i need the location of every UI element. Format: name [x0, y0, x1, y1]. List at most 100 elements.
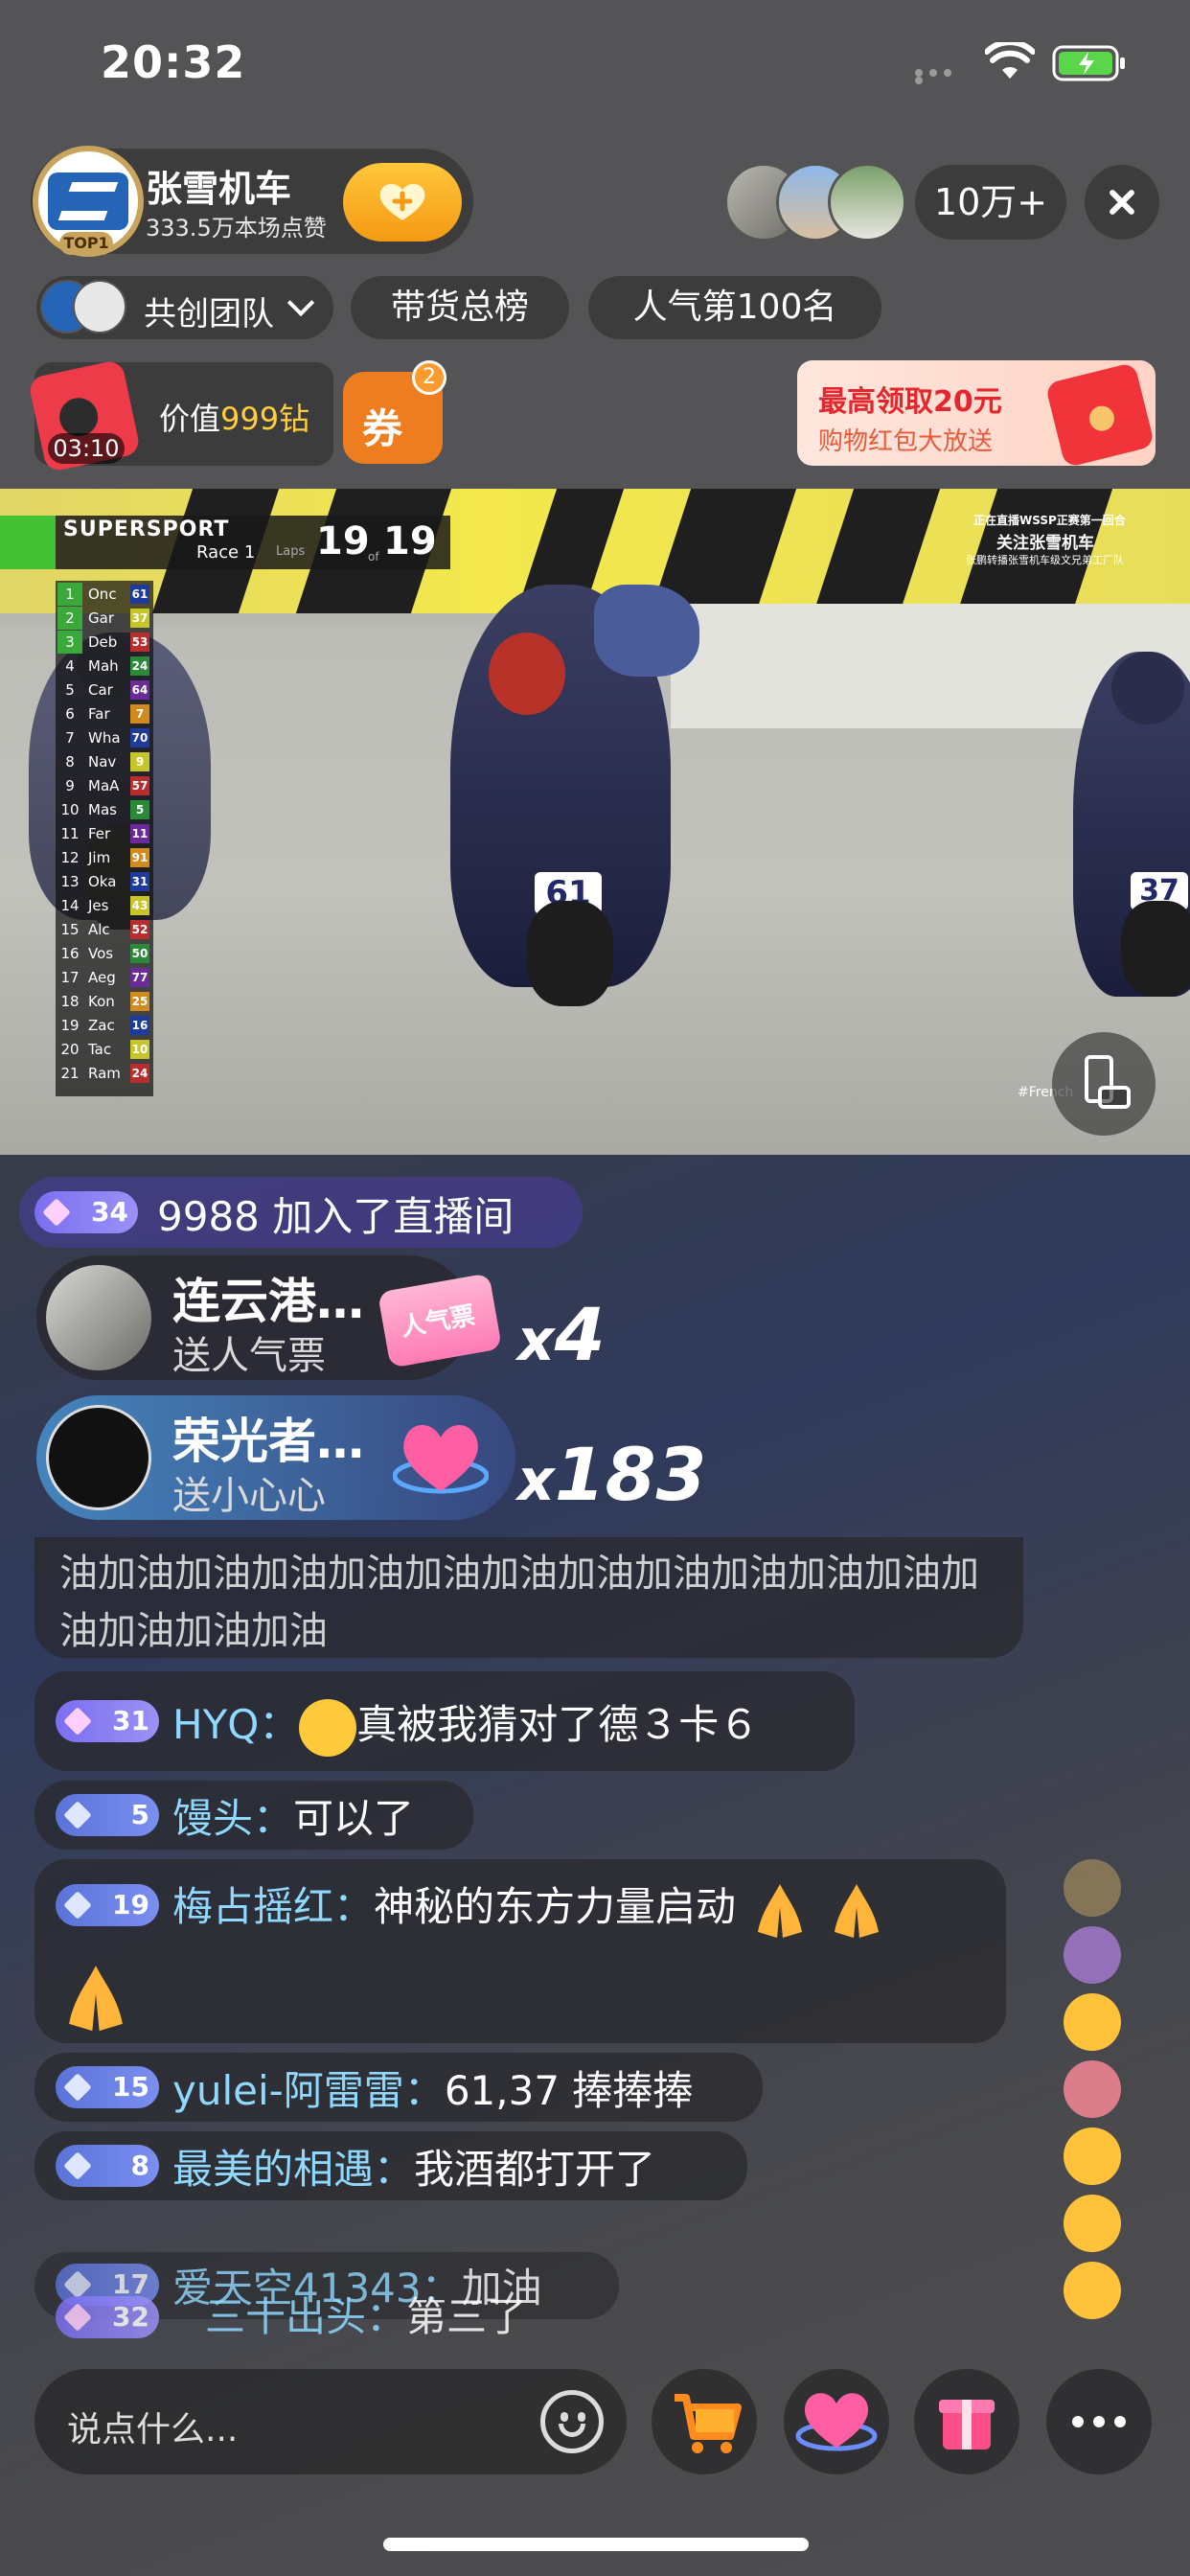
standings-number: 24: [130, 1064, 149, 1083]
heart-plus-icon: [379, 184, 425, 220]
level-badge: 19: [56, 1884, 159, 1926]
chat-username[interactable]: 三十出头：: [205, 2293, 406, 2340]
more-dots-icon: [1072, 2416, 1126, 2427]
gift-text: 送小心心: [172, 1474, 326, 1518]
popularity-rank-button[interactable]: 人气第100名: [588, 276, 881, 339]
gift-button[interactable]: [914, 2369, 1019, 2474]
standings-number: 61: [130, 585, 149, 604]
standings-rider: Car: [88, 681, 113, 699]
standings-rider: Far: [88, 705, 110, 723]
shop-cart-button[interactable]: [652, 2369, 757, 2474]
top-viewers[interactable]: [724, 163, 906, 242]
comment-placeholder[interactable]: 说点什么...: [67, 2402, 238, 2451]
gifter-avatar[interactable]: [46, 1405, 151, 1510]
gift-count: x4: [517, 1292, 606, 1377]
pray-emoji-icon: [758, 1883, 803, 1938]
standings-rider: Alc: [88, 921, 110, 938]
standings-row: 7 Wha 70: [56, 726, 153, 749]
sales-rank-button[interactable]: 带货总榜: [351, 276, 569, 339]
floating-like-icon: [1064, 2262, 1121, 2319]
standings-rider: Ram: [88, 1065, 121, 1082]
chat-text: 梅占摇红：神秘的东方力量启动: [172, 1874, 888, 1942]
standings-list: 1 Onc 61 2 Gar 37 3 Deb 53 4 Mah 24 5 Car 64 6 Far 7 7 Wha 7…: [56, 581, 153, 1096]
standings-row: 20 Tac 10: [56, 1038, 153, 1061]
standings-row: 18 Kon 25: [56, 990, 153, 1013]
standings-row: 17 Aeg 77: [56, 966, 153, 989]
standings-rider: Zac: [88, 1017, 115, 1034]
chat-username[interactable]: 最美的相遇：: [172, 2146, 414, 2193]
rotate-screen-button[interactable]: [1052, 1032, 1156, 1136]
pray-emoji-icon: [834, 1883, 879, 1938]
standings-number: 24: [130, 656, 149, 676]
standings-number: 70: [130, 728, 149, 748]
host-name[interactable]: 张雪机车: [146, 159, 291, 212]
standings-number: 91: [130, 848, 149, 867]
standings-position: 19: [60, 1017, 80, 1034]
battery-icon: [1052, 45, 1125, 81]
level-badge: 32: [56, 2296, 159, 2338]
home-indicator: [383, 2538, 809, 2551]
standings-row: 15 Alc 52: [56, 918, 153, 941]
chat-username[interactable]: HYQ：: [172, 1701, 299, 1748]
standings-row: 6 Far 7: [56, 702, 153, 725]
standings-number: 57: [130, 776, 149, 795]
standings-row: 8 Nav 9: [56, 750, 153, 773]
watermark-line2: 关注张雪机车: [996, 534, 1094, 553]
standings-row: 21 Ram 24: [56, 1062, 153, 1085]
standings-rider: MaA: [88, 777, 120, 794]
cart-icon: [675, 2394, 742, 2453]
wifi-icon: [985, 42, 1035, 79]
standings-row: 19 Zac 16: [56, 1014, 153, 1037]
follow-button[interactable]: [343, 163, 462, 242]
standings-position: 17: [60, 969, 80, 986]
standings-rider: Tac: [88, 1041, 112, 1058]
live-video[interactable]: 61 37 SUPERSPORT Race 1 Laps 19 of 19 1O…: [0, 489, 1190, 1155]
chat-text: yulei-阿雷雷：61,37 捧捧捧: [172, 2067, 694, 2114]
viewer-avatar[interactable]: [828, 163, 906, 242]
standings-row: 10 Mas 5: [56, 798, 153, 821]
standings-number: 16: [130, 1016, 149, 1035]
viewer-count[interactable]: 10万+: [915, 165, 1066, 240]
standings-rider: Vos: [88, 945, 114, 962]
signal-icon: [915, 69, 971, 84]
standings-position: 15: [60, 921, 80, 938]
gift-worth: 价值999钻: [159, 395, 309, 439]
standings-number: 64: [130, 680, 149, 700]
standings-row: 4 Mah 24: [56, 655, 153, 678]
race-flag: [0, 516, 56, 569]
standings-row: 12 Jim 91: [56, 846, 153, 869]
race-name: Race 1: [196, 542, 256, 563]
emoji-icon[interactable]: [540, 2390, 604, 2453]
close-button[interactable]: [1085, 165, 1159, 240]
standings-rider: Jim: [88, 849, 111, 866]
chat-username[interactable]: yulei-阿雷雷：: [172, 2067, 445, 2114]
chat-username[interactable]: 梅占摇红：: [172, 1883, 374, 1930]
standings-row: 1 Onc 61: [56, 583, 153, 606]
standings-position: 10: [60, 801, 80, 818]
standings-position: 12: [60, 849, 80, 866]
red-packet-promo[interactable]: 最高领取20元 购物红包大放送: [797, 360, 1156, 469]
standings-number: 10: [130, 1040, 149, 1059]
standings-number: 25: [130, 992, 149, 1011]
watermark-line3: 张鹏转播张雪机车级文兄弟工厂队: [966, 554, 1124, 566]
standings-number: 50: [130, 944, 149, 963]
floating-like-icon: [1064, 1993, 1121, 2051]
red-envelope-icon: [1044, 361, 1156, 469]
standings-row: 11 Fer 11: [56, 822, 153, 845]
gift-box-icon: [939, 2400, 995, 2450]
status-time: 20:32: [101, 36, 246, 88]
watermark-line1: 正在直播WSSP正赛第一回合: [973, 514, 1126, 527]
gifter-avatar[interactable]: [46, 1265, 151, 1370]
gift-timer: 03:10: [48, 433, 125, 464]
more-button[interactable]: [1046, 2369, 1152, 2474]
level-badge: 31: [56, 1700, 159, 1742]
like-heart-button[interactable]: [784, 2369, 889, 2474]
standings-rider: Aeg: [88, 969, 116, 986]
standings-position: 2: [57, 607, 82, 630]
standings-row: 5 Car 64: [56, 678, 153, 702]
standings-position: 16: [60, 945, 80, 962]
chat-text: HYQ： 真被我猜对了德３卡６: [172, 1692, 759, 1757]
floating-like-icon: [1064, 1859, 1121, 1917]
chat-username[interactable]: 馒头：: [172, 1795, 293, 1842]
standings-rider: Wha: [88, 729, 121, 747]
